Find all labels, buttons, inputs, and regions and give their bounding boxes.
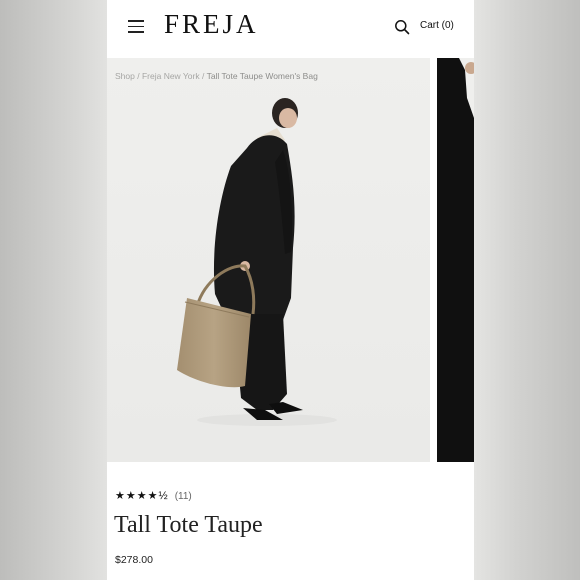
product-rating[interactable]: ★★★★½ (11)	[115, 489, 192, 502]
breadcrumb-item-brand[interactable]: Freja New York	[142, 71, 200, 81]
rating-stars: ★★★★½	[115, 490, 169, 502]
product-page: FREJA Cart (0) Shop / Freja New York / T…	[107, 0, 474, 580]
blurred-background-left	[0, 0, 107, 580]
next-product-image[interactable]	[437, 58, 474, 462]
product-title: Tall Tote Taupe	[114, 512, 263, 538]
site-header: FREJA Cart (0)	[107, 0, 474, 58]
model-with-bag-photo	[107, 58, 430, 462]
product-image[interactable]: Shop / Freja New York / Tall Tote Taupe …	[107, 58, 430, 462]
breadcrumb: Shop / Freja New York / Tall Tote Taupe …	[115, 71, 318, 81]
cart-link[interactable]: Cart (0)	[420, 20, 454, 31]
next-image-photo	[437, 58, 474, 462]
brand-logo[interactable]: FREJA	[164, 9, 259, 40]
menu-icon[interactable]	[128, 20, 144, 33]
review-count[interactable]: (11)	[175, 491, 192, 502]
breadcrumb-current: Tall Tote Taupe Women's Bag	[206, 71, 318, 81]
blurred-background-right	[474, 0, 580, 580]
search-icon[interactable]	[394, 19, 410, 35]
product-price: $278.00	[115, 554, 153, 566]
breadcrumb-item-shop[interactable]: Shop	[115, 71, 135, 81]
